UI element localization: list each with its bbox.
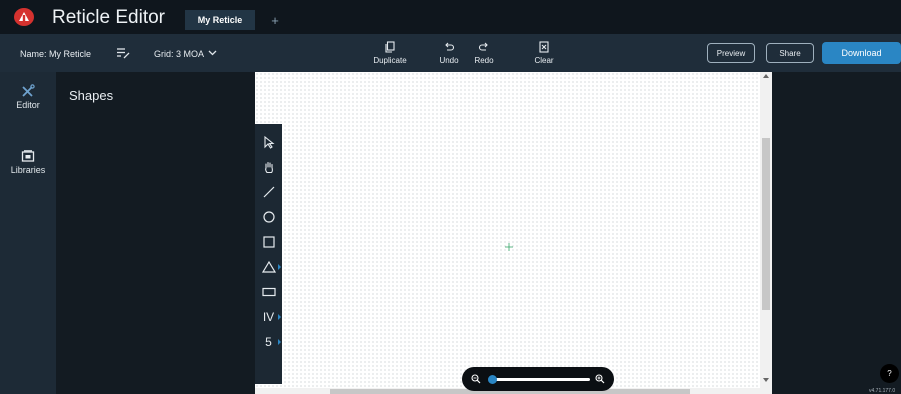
rectangle-icon: [261, 287, 276, 297]
download-button[interactable]: Download: [822, 42, 901, 64]
roman-numeral-tool[interactable]: IV: [255, 307, 282, 327]
sidebar-item-label: Editor: [16, 100, 40, 110]
redo-button[interactable]: Redo: [464, 40, 504, 68]
select-tool[interactable]: [255, 132, 282, 152]
share-button[interactable]: Share: [766, 43, 814, 63]
undo-button[interactable]: Undo: [429, 40, 469, 68]
undo-icon: [445, 42, 455, 51]
add-tab-button[interactable]: +: [268, 10, 282, 30]
help-button[interactable]: ?: [880, 364, 899, 383]
clear-label: Clear: [534, 56, 554, 65]
undo-label: Undo: [439, 56, 459, 65]
reticle-canvas[interactable]: [255, 72, 760, 394]
clear-button[interactable]: Clear: [524, 40, 564, 68]
sidebar-item-editor[interactable]: Editor: [0, 84, 56, 110]
rectangle-tool[interactable]: [255, 282, 282, 302]
center-crosshair-icon: [505, 243, 513, 251]
roman-numeral-label: IV: [262, 310, 275, 324]
square-tool[interactable]: [255, 232, 282, 252]
version-label: v4.71.177.0: [869, 388, 896, 394]
chevron-down-icon[interactable]: [208, 49, 217, 57]
duplicate-icon: [385, 41, 395, 53]
submenu-arrow-icon: [278, 339, 281, 345]
number-label: 5: [265, 335, 272, 349]
tab-my-reticle[interactable]: My Reticle: [185, 10, 255, 30]
zoom-out-icon[interactable]: [471, 374, 481, 384]
app-title: Reticle Editor: [52, 7, 165, 28]
sidebar-item-label: Libraries: [10, 165, 46, 175]
clear-icon: [539, 41, 549, 53]
line-tool[interactable]: [255, 182, 282, 202]
circle-tool[interactable]: [255, 207, 282, 227]
sidebar-item-libraries[interactable]: Libraries: [0, 150, 56, 175]
pan-hand-icon: [264, 161, 273, 174]
panel-title: Shapes: [69, 88, 114, 103]
zoom-in-icon[interactable]: [595, 374, 605, 384]
scroll-down-arrow-icon[interactable]: [763, 378, 769, 382]
pan-tool[interactable]: [255, 157, 282, 177]
reticle-name-field[interactable]: Name: My Reticle: [20, 49, 91, 59]
atn-logo-icon: [14, 8, 34, 26]
submenu-arrow-icon: [278, 264, 281, 270]
tools-icon: [22, 84, 35, 97]
square-icon: [262, 236, 275, 248]
shapes-panel: [56, 72, 255, 394]
redo-icon: [478, 42, 488, 51]
triangle-tool[interactable]: [255, 257, 282, 277]
line-icon: [263, 186, 274, 198]
duplicate-button[interactable]: Duplicate: [368, 40, 412, 68]
number-tool[interactable]: 5: [255, 332, 282, 352]
submenu-arrow-icon: [278, 314, 281, 320]
library-icon: [21, 150, 35, 162]
right-panel: [772, 72, 901, 394]
scroll-up-arrow-icon[interactable]: [763, 74, 769, 78]
duplicate-label: Duplicate: [373, 56, 407, 65]
sidebar: [0, 72, 56, 394]
triangle-icon: [261, 260, 276, 273]
vertical-scrollbar-thumb[interactable]: [762, 138, 770, 310]
preview-button[interactable]: Preview: [707, 43, 755, 63]
redo-label: Redo: [474, 56, 494, 65]
circle-icon: [262, 211, 275, 223]
grid-size-select[interactable]: Grid: 3 MOA: [154, 49, 204, 59]
select-arrow-icon: [263, 135, 275, 149]
zoom-slider-track[interactable]: [490, 378, 590, 381]
edit-name-icon[interactable]: [116, 47, 130, 59]
zoom-slider-thumb[interactable]: [487, 375, 497, 384]
